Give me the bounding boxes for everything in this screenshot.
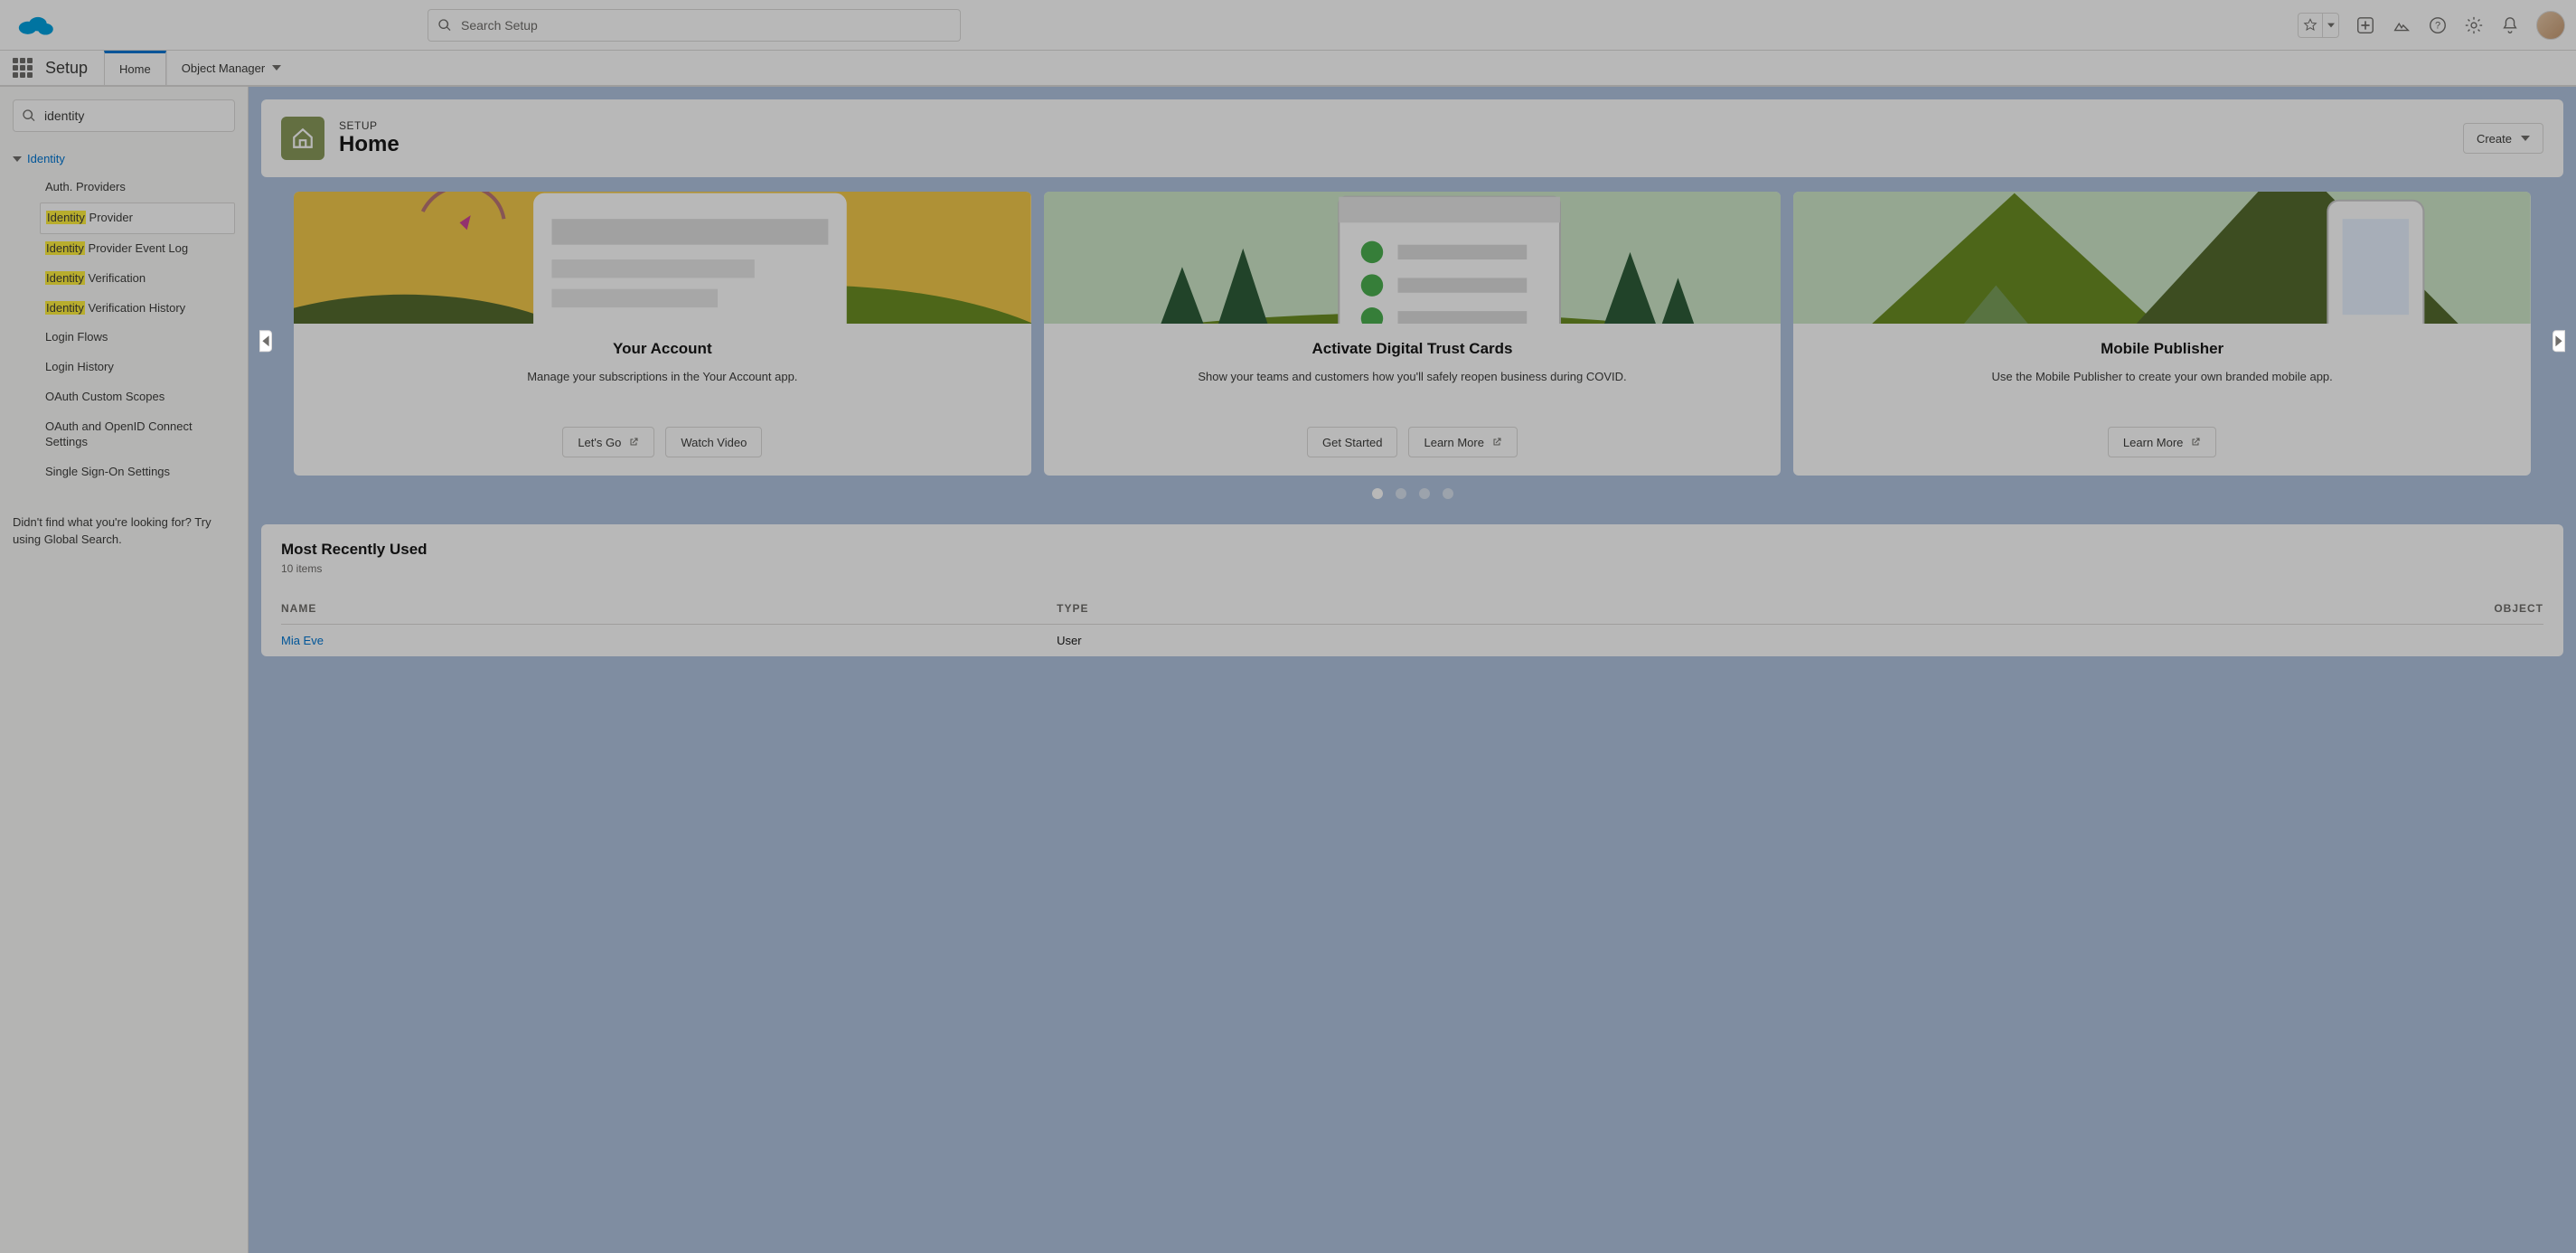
- recent-row-object: [1641, 625, 2543, 657]
- recent-heading: Most Recently Used: [281, 541, 2543, 559]
- carousel-next[interactable]: [2552, 330, 2565, 352]
- col-object: OBJECT: [1641, 593, 2543, 625]
- chevron-right-icon: [2555, 335, 2562, 346]
- sidebar-item-auth-providers[interactable]: Auth. Providers: [40, 173, 235, 203]
- page-title: Home: [339, 132, 400, 157]
- carousel-dot[interactable]: [1419, 488, 1430, 499]
- external-link-icon: [628, 437, 639, 448]
- plus-icon[interactable]: [2355, 15, 2375, 35]
- create-button-label: Create: [2477, 132, 2512, 146]
- external-link-icon: [2190, 437, 2201, 448]
- app-name: Setup: [45, 59, 88, 78]
- caret-down-icon: [272, 63, 281, 72]
- card-title: Activate Digital Trust Cards: [1312, 340, 1512, 358]
- sidebar-item-identity-provider[interactable]: Identity Provider: [40, 203, 235, 234]
- home-icon: [281, 117, 324, 160]
- sidebar-item-identity-verification-history[interactable]: Identity Verification History: [40, 294, 235, 324]
- card-button-learn-more[interactable]: Learn More: [1408, 427, 1517, 457]
- main-content: SETUP Home Create Your Account Manage you…: [249, 87, 2576, 1253]
- global-header: ?: [0, 0, 2576, 51]
- caret-down-icon: [2521, 134, 2530, 143]
- favorites-split-button[interactable]: [2298, 13, 2339, 38]
- chevron-left-icon: [262, 335, 269, 346]
- recent-count: 10 items: [281, 562, 2543, 575]
- recent-row-link[interactable]: Mia Eve: [281, 634, 324, 647]
- card-hero-image: [1044, 192, 1782, 324]
- card-description: Use the Mobile Publisher to create your …: [1992, 369, 2333, 385]
- star-icon: [2303, 18, 2317, 33]
- carousel-card: Mobile Publisher Use the Mobile Publisher…: [1793, 192, 2531, 476]
- carousel-card: Your Account Manage your subscriptions in…: [294, 192, 1031, 476]
- card-button-let-s-go[interactable]: Let's Go: [562, 427, 654, 457]
- tree-root-identity[interactable]: Identity: [13, 152, 235, 165]
- tree-root-label: Identity: [27, 152, 65, 165]
- carousel-dot[interactable]: [1396, 488, 1406, 499]
- card-hero-image: [294, 192, 1031, 324]
- page-header: SETUP Home Create: [261, 99, 2563, 177]
- search-icon: [437, 18, 452, 33]
- recent-row-type: User: [1057, 625, 1641, 657]
- sidebar-item-login-history[interactable]: Login History: [40, 353, 235, 382]
- sidebar-item-identity-verification[interactable]: Identity Verification: [40, 264, 235, 294]
- salesforce-logo: [16, 11, 57, 40]
- app-switcher[interactable]: Setup: [0, 51, 104, 85]
- setup-sidebar: Identity Auth. ProvidersIdentity Provide…: [0, 87, 249, 1253]
- carousel-prev[interactable]: [259, 330, 272, 352]
- card-title: Mobile Publisher: [2101, 340, 2223, 358]
- svg-text:?: ?: [2435, 20, 2440, 31]
- gear-icon[interactable]: [2464, 15, 2484, 35]
- carousel: Your Account Manage your subscriptions in…: [261, 192, 2563, 499]
- col-name: NAME: [281, 593, 1057, 625]
- global-search[interactable]: [428, 9, 961, 42]
- card-button-learn-more[interactable]: Learn More: [2108, 427, 2216, 457]
- help-icon[interactable]: ?: [2428, 15, 2448, 35]
- card-title: Your Account: [613, 340, 712, 358]
- page-eyebrow: SETUP: [339, 119, 400, 132]
- search-icon: [22, 108, 36, 123]
- sidebar-footer-text: Didn't find what you're looking for? Try…: [13, 514, 235, 549]
- carousel-dots: [261, 488, 2563, 499]
- nav-tree: Identity Auth. ProvidersIdentity Provide…: [13, 152, 235, 487]
- col-type: TYPE: [1057, 593, 1641, 625]
- quick-find[interactable]: [13, 99, 235, 132]
- quick-find-input[interactable]: [13, 99, 235, 132]
- carousel-card: Activate Digital Trust Cards Show your te…: [1044, 192, 1782, 476]
- card-button-watch-video[interactable]: Watch Video: [665, 427, 762, 457]
- global-search-input[interactable]: [461, 18, 951, 33]
- card-description: Show your teams and customers how you'll…: [1198, 369, 1626, 385]
- sidebar-item-login-flows[interactable]: Login Flows: [40, 323, 235, 353]
- context-bar: Setup HomeObject Manager: [0, 51, 2576, 87]
- sidebar-item-oauth-custom-scopes[interactable]: OAuth Custom Scopes: [40, 382, 235, 412]
- avatar[interactable]: [2536, 11, 2565, 40]
- header-utility-icons: ?: [2298, 11, 2565, 40]
- context-tab-home[interactable]: Home: [104, 51, 166, 85]
- card-hero-image: [1793, 192, 2531, 324]
- app-launcher-icon: [13, 58, 33, 78]
- table-row: Mia Eve User: [281, 625, 2543, 657]
- caret-down-icon: [2327, 22, 2335, 29]
- bell-icon[interactable]: [2500, 15, 2520, 35]
- sidebar-item-identity-provider-event-log[interactable]: Identity Provider Event Log: [40, 234, 235, 264]
- card-button-get-started[interactable]: Get Started: [1307, 427, 1397, 457]
- context-tab-object-manager[interactable]: Object Manager: [166, 51, 296, 85]
- trailhead-icon[interactable]: [2392, 15, 2411, 35]
- most-recently-used: Most Recently Used 10 items NAME TYPE OB…: [261, 524, 2563, 656]
- external-link-icon: [1491, 437, 1502, 448]
- chevron-down-icon: [13, 155, 22, 164]
- sidebar-item-single-sign-on-settings[interactable]: Single Sign-On Settings: [40, 457, 235, 487]
- recent-table: NAME TYPE OBJECT Mia Eve User: [281, 593, 2543, 656]
- carousel-dot[interactable]: [1372, 488, 1383, 499]
- sidebar-item-oauth-and-openid-connect-settings[interactable]: OAuth and OpenID Connect Settings: [40, 412, 235, 457]
- create-button[interactable]: Create: [2463, 123, 2543, 154]
- carousel-dot[interactable]: [1443, 488, 1453, 499]
- card-description: Manage your subscriptions in the Your Ac…: [527, 369, 797, 385]
